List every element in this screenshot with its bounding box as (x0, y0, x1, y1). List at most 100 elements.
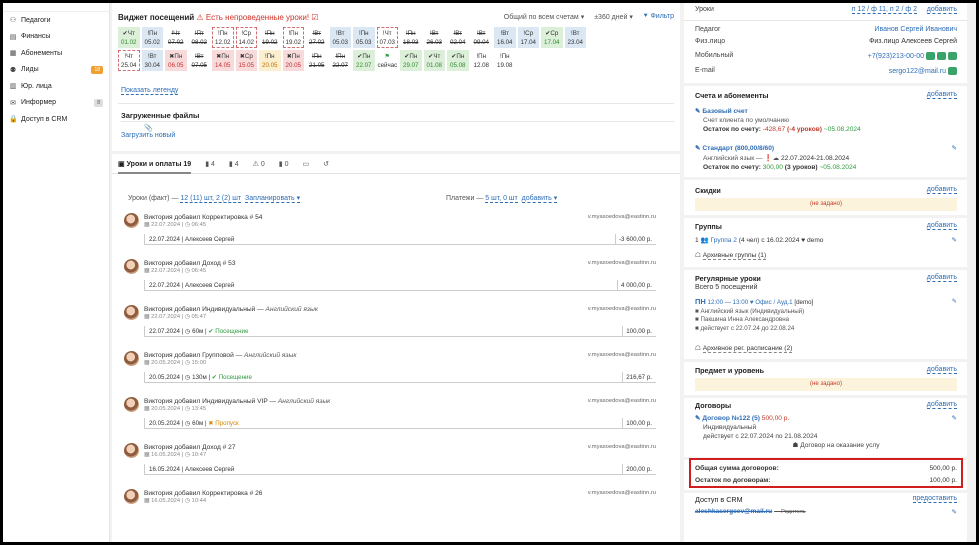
visit-day[interactable]: !Вт 23.04 (564, 27, 586, 48)
scope-select[interactable]: Общий по всем счетам ▾ (504, 13, 584, 21)
sidebar-item[interactable]: ▦ Абонементы (3, 45, 109, 62)
tab[interactable]: ▭ (303, 160, 310, 168)
visit-day[interactable]: !Чт 25.04 (118, 50, 140, 71)
contract-link[interactable]: ✎ Договор №122 (5) (695, 415, 760, 422)
feed-detail-row[interactable]: 22.07.2024 | Алексеев Сергей 4 000,00 р. (144, 280, 656, 291)
visit-day[interactable]: !Вт 09.04 (470, 27, 492, 48)
telegram-icon[interactable] (948, 52, 957, 60)
tab[interactable]: ▮ 4 (205, 160, 215, 168)
sidebar-item[interactable]: ⚉ Лиды 18 (3, 62, 109, 79)
contract-service[interactable]: ☗ Договор на оказание услу (695, 441, 957, 450)
tab[interactable]: ⚠ 0 (253, 160, 265, 168)
feed-detail-row[interactable]: 20.05.2024 | ◷ 130м | ✔ Посещение 216,67 … (144, 372, 656, 383)
visit-day[interactable]: !Пн 12.08 (470, 50, 492, 71)
visit-day[interactable]: !Пн 12.02 (212, 27, 234, 48)
schedule-button[interactable]: Запланировать ▾ (245, 195, 301, 203)
visit-day[interactable]: ✔Пн 22.07 (353, 50, 375, 71)
visit-day[interactable]: !Вт 05.03 (329, 27, 351, 48)
visit-day[interactable]: !Ср 17.04 (517, 27, 539, 48)
visit-day[interactable]: ✔Пн 29.07 (400, 50, 422, 71)
visit-day[interactable]: ✔Пн 05.08 (447, 50, 469, 71)
visit-day[interactable]: !Чт 07.03 (376, 27, 398, 48)
add-discount-link[interactable]: добавить (926, 186, 957, 194)
whatsapp-icon[interactable] (937, 52, 946, 60)
feed-detail-row[interactable]: 16.05.2024 | Алексеев Сергей 200,00 р. (144, 464, 656, 475)
visit-day[interactable]: !Вт 27.02 (306, 27, 328, 48)
add-group-link[interactable]: добавить (926, 222, 957, 230)
feed-email: v.myasoedova@eastinn.ru (587, 214, 656, 220)
visit-day[interactable]: !Вт 07.05 (188, 50, 210, 71)
call-icon[interactable] (926, 52, 935, 60)
edit-icon[interactable]: ✎ (951, 414, 957, 423)
lessons-stats-link[interactable]: п 12 / ф 11, п 2 / ф 2 (851, 6, 917, 14)
sidebar-item[interactable]: ▤ Финансы (3, 29, 109, 46)
mail-icon[interactable] (948, 67, 957, 75)
lessons-count-link[interactable]: 12 (11) шт, 2 (2) шт (180, 195, 242, 203)
tab[interactable]: ▣ Уроки и оплаты 19 (118, 154, 192, 174)
visit-day[interactable]: ✖Пн 20.05 (282, 50, 304, 71)
visit-day[interactable]: ✔Чт 01.08 (423, 50, 445, 71)
visit-day[interactable]: !Чт 07.02 (165, 27, 187, 48)
upload-link[interactable]: Загрузить новый (121, 132, 175, 139)
add-lesson-link[interactable]: добавить (926, 6, 957, 14)
visit-day[interactable]: !Пн 18.03 (400, 27, 422, 48)
archive-groups-link[interactable]: Архивные группы (1) (702, 252, 767, 260)
filter-button[interactable]: ⯆ Фильтр (643, 13, 674, 21)
visit-day[interactable]: ✖Пн 14.05 (212, 50, 234, 71)
visit-day[interactable]: !Пн 05.02 (141, 27, 163, 48)
visit-day[interactable]: !Вт 30.04 (141, 50, 163, 71)
show-legend-link[interactable]: Показать легенду (121, 87, 179, 95)
add-regular-link[interactable]: добавить (926, 274, 957, 282)
visit-day[interactable]: ✖Ср 15.05 (235, 50, 257, 71)
calendar-icon: ▦ (144, 406, 150, 412)
visit-day[interactable]: !Пн 19.02 (259, 27, 281, 48)
visit-day[interactable]: !Вт 02.04 (447, 27, 469, 48)
payments-count-link[interactable]: 5 шт, 0 шт (485, 195, 518, 203)
teacher-link[interactable]: Иванов Сергей Иванович (874, 26, 957, 33)
period-select[interactable]: ±360 дней ▾ (594, 13, 633, 21)
feed-detail-row[interactable]: 20.05.2024 | ◷ 60м | ✖ Пропуск 100,00 р. (144, 418, 656, 429)
visit-day[interactable]: !Вт 16.04 (494, 27, 516, 48)
tab[interactable]: ▮ 4 (229, 160, 239, 168)
edit-icon[interactable]: ✎ (951, 144, 957, 152)
visit-day[interactable]: ✔Чт 01.02 (118, 27, 140, 48)
visit-day[interactable]: ✔Ср 17.04 (541, 27, 563, 48)
add-subject-link[interactable]: добавить (926, 366, 957, 374)
sidebar-item[interactable]: ✉ Информер 8 (3, 95, 109, 112)
crm-email-link[interactable]: aleshkasergeev@mail.ru (695, 508, 772, 515)
grant-access-link[interactable]: предоставить (912, 495, 957, 503)
visit-day[interactable]: !Пн 19.08 (494, 50, 516, 71)
feed-detail-row[interactable]: 22.07.2024 | Алексеев Сергей -3 600,00 р. (144, 234, 656, 245)
email-link[interactable]: sergo122@mail.ru (889, 67, 957, 75)
tab[interactable]: ▮ 0 (279, 160, 289, 168)
sidebar-item[interactable]: ▥ Юр. лица (3, 78, 109, 95)
warning-text: ⚠ Есть непроведенные уроки! ☑ (196, 13, 319, 22)
tab[interactable]: ↺ (323, 160, 329, 168)
sidebar-item[interactable]: ⚇ Педагоги (3, 12, 109, 29)
visit-day[interactable]: !Пн 22.07 (329, 50, 351, 71)
visit-day[interactable]: !Пн 21.05 (306, 50, 328, 71)
group-link[interactable]: Группа 2 (711, 237, 737, 244)
email-row: E-mail sergo122@mail.ru (695, 67, 957, 75)
add-payment-button[interactable]: добавить ▾ (521, 195, 558, 203)
basic-account-link[interactable]: ✎ Базовый счет (695, 107, 957, 115)
visit-day[interactable]: ✖Пн 06.05 (165, 50, 187, 71)
avatar (124, 259, 139, 274)
visit-day[interactable]: !Пн 05.03 (353, 27, 375, 48)
edit-icon[interactable]: ✎ (952, 298, 957, 307)
phone-link[interactable]: +7(923)213-00-00 (868, 52, 957, 60)
add-account-link[interactable]: добавить (926, 91, 957, 99)
sidebar-item[interactable]: 🔒 Доступ в CRM (3, 111, 109, 128)
feed-detail-row[interactable]: 22.07.2024 | ◷ 60м | ✔ Посещение 100,00 р… (144, 326, 656, 337)
visit-day[interactable]: !Пн 20.05 (259, 50, 281, 71)
edit-icon[interactable]: ✎ (951, 508, 957, 516)
add-contract-link[interactable]: добавить (926, 401, 957, 409)
visit-day[interactable]: !Пт 08.02 (188, 27, 210, 48)
visit-day[interactable]: ⚑ сейчас (376, 50, 398, 71)
standard-account-link[interactable]: ✎ Стандарт (800,00/8/60) (695, 144, 957, 152)
regular-archive-link[interactable]: Архивное рег. расписание (2) (702, 345, 793, 353)
visit-day[interactable]: !Пн 19.02 (282, 27, 304, 48)
visit-day[interactable]: !Вт 26.03 (423, 27, 445, 48)
visit-day[interactable]: !Ср 14.02 (235, 27, 257, 48)
edit-icon[interactable]: ✎ (951, 236, 957, 244)
